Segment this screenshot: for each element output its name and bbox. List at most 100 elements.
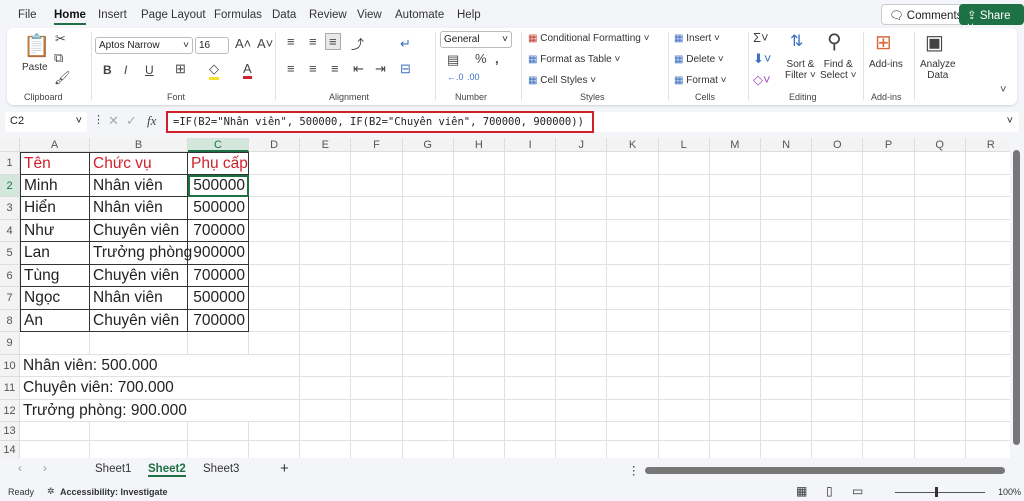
cell-N5[interactable] [761, 242, 813, 265]
menu-view[interactable]: View [357, 9, 382, 21]
cell-F7[interactable] [351, 287, 403, 310]
cell-M13[interactable] [709, 422, 761, 441]
align-top-icon[interactable]: ≡ [287, 34, 295, 49]
decrease-indent-icon[interactable]: ⇤ [353, 61, 364, 77]
enter-icon[interactable]: ✓ [126, 113, 137, 129]
cell-G6[interactable] [402, 264, 454, 287]
cell-K12[interactable] [607, 399, 659, 422]
orientation-icon[interactable]: ⤴ [351, 34, 364, 53]
cell-A14[interactable] [20, 441, 90, 458]
cell-A7[interactable]: Ngọc [20, 287, 90, 310]
cell-H11[interactable] [453, 377, 505, 400]
collapse-ribbon-icon[interactable]: ˅ [1000, 84, 1006, 96]
cell-E7[interactable] [300, 287, 352, 310]
cell-I6[interactable] [505, 264, 557, 287]
cell-L1[interactable] [658, 152, 710, 175]
cell-M6[interactable] [709, 264, 761, 287]
format-as-table-button[interactable]: ▦ Format as Table ˅ [528, 54, 620, 65]
wrap-text-icon[interactable]: ↵ [400, 36, 411, 52]
number-format-select[interactable]: General ˅ [440, 31, 512, 48]
cell-D13[interactable] [249, 422, 301, 441]
row-header-9[interactable]: 9 [0, 332, 20, 355]
column-header-A[interactable]: A [20, 138, 90, 152]
cell-C7[interactable]: 500000 [188, 287, 249, 310]
autosum-icon[interactable]: Σ˅ [753, 30, 769, 45]
cell-J12[interactable] [556, 399, 608, 422]
cell-L13[interactable] [658, 422, 710, 441]
cell-J10[interactable] [556, 354, 608, 377]
cell-M14[interactable] [710, 441, 761, 458]
cell-E12[interactable] [300, 399, 352, 422]
cell-K2[interactable] [607, 174, 659, 197]
cell-A13[interactable] [20, 422, 90, 441]
cell-D14[interactable] [249, 441, 301, 458]
column-header-J[interactable]: J [556, 138, 608, 152]
cell-Q13[interactable] [914, 422, 966, 441]
cell-H3[interactable] [453, 197, 505, 220]
column-header-D[interactable]: D [249, 138, 301, 152]
cell-M5[interactable] [709, 242, 761, 265]
conditional-formatting-button[interactable]: ▦ Conditional Formatting ˅ [528, 33, 649, 44]
cell-E14[interactable] [300, 441, 352, 458]
cell-N1[interactable] [761, 152, 813, 175]
cell-P9[interactable] [863, 332, 915, 355]
cell-L10[interactable] [658, 354, 710, 377]
cell-B9[interactable] [90, 332, 188, 355]
cell-A1[interactable]: Tên [20, 152, 90, 175]
cell-C12[interactable] [188, 400, 249, 422]
column-header-F[interactable]: F [351, 138, 403, 152]
sheet-tab-3[interactable]: Sheet3 [203, 463, 239, 475]
cell-N6[interactable] [761, 264, 813, 287]
cell-I7[interactable] [505, 287, 557, 310]
cell-P8[interactable] [863, 309, 915, 332]
cell-M9[interactable] [709, 332, 761, 355]
cell-P6[interactable] [863, 264, 915, 287]
zoom-slider-thumb[interactable] [935, 487, 938, 497]
cell-C8[interactable]: 700000 [188, 309, 249, 332]
zoom-level[interactable]: 100% [998, 487, 1021, 497]
bold-icon[interactable]: B [103, 63, 112, 77]
comments-button[interactable]: 🗨 Comments [881, 4, 971, 25]
cell-E6[interactable] [300, 264, 352, 287]
cell-J5[interactable] [556, 242, 608, 265]
row-header-11[interactable]: 11 [0, 377, 20, 400]
cell-I13[interactable] [505, 422, 557, 441]
cell-styles-button[interactable]: ▦ Cell Styles ˅ [528, 75, 596, 86]
cell-Q1[interactable] [914, 152, 966, 175]
cell-O12[interactable] [812, 399, 864, 422]
select-all-corner[interactable] [0, 138, 20, 152]
cell-K7[interactable] [607, 287, 659, 310]
cell-A12[interactable]: Trưởng phòng: 900.000 [20, 400, 187, 422]
cell-F3[interactable] [351, 197, 403, 220]
cell-G9[interactable] [402, 332, 454, 355]
cell-D1[interactable] [249, 152, 301, 175]
vertical-scroll-thumb[interactable] [1013, 150, 1020, 445]
spreadsheet-grid[interactable]: A B C D E F G H I J K L M N O P Q R 1 2 3 4 5 6 7 8 9 10 11 12 13 14 Tên… [0, 138, 1024, 458]
cell-B4[interactable]: Chuyên viên [90, 219, 188, 242]
cell-I11[interactable] [505, 377, 557, 400]
cell-L4[interactable] [658, 219, 710, 242]
cell-I9[interactable] [505, 332, 557, 355]
cell-B14[interactable] [90, 441, 188, 458]
menu-data[interactable]: Data [272, 9, 296, 21]
cell-Q4[interactable] [914, 219, 966, 242]
cell-P2[interactable] [863, 174, 915, 197]
cell-H12[interactable] [453, 399, 505, 422]
cell-M4[interactable] [709, 219, 761, 242]
cell-K11[interactable] [607, 377, 659, 400]
cell-O4[interactable] [812, 219, 864, 242]
cell-P13[interactable] [863, 422, 915, 441]
cell-B5[interactable]: Trưởng phòng [90, 242, 192, 265]
cell-M1[interactable] [709, 152, 761, 175]
cell-E4[interactable] [300, 219, 352, 242]
analyze-data-button[interactable]: Analyze Data [920, 59, 956, 81]
cell-N9[interactable] [761, 332, 813, 355]
cell-O5[interactable] [812, 242, 864, 265]
column-header-P[interactable]: P [863, 138, 915, 152]
cell-I2[interactable] [505, 174, 557, 197]
cell-L7[interactable] [658, 287, 710, 310]
cell-M3[interactable] [709, 197, 761, 220]
cell-Q2[interactable] [914, 174, 966, 197]
insert-cells-button[interactable]: ▦ Insert ˅ [674, 33, 720, 44]
cell-N4[interactable] [761, 219, 813, 242]
